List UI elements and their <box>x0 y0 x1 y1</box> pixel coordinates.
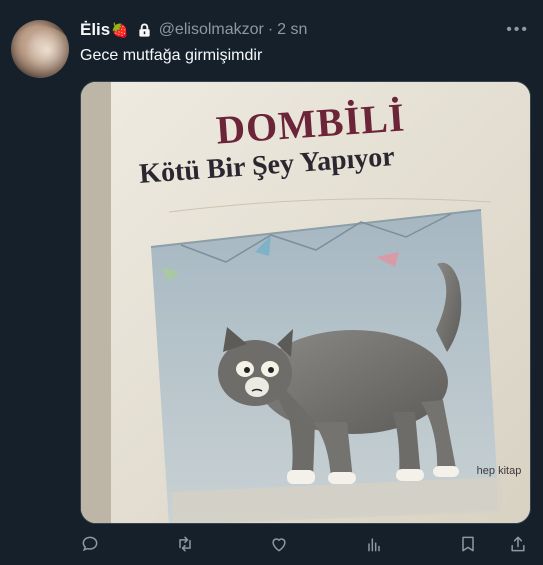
user-handle[interactable]: @elisolmakzor <box>159 21 264 39</box>
reply-icon[interactable] <box>80 534 102 556</box>
bookmark-icon[interactable] <box>458 534 480 556</box>
publisher-logo: hep kitap <box>477 465 522 477</box>
timestamp[interactable]: 2 sn <box>277 21 307 39</box>
views-icon[interactable] <box>364 534 386 556</box>
tweet-header: Ėlis 🍓 @elisolmakzor · 2 sn ••• <box>80 19 529 41</box>
tweet-actions <box>80 534 529 558</box>
avatar[interactable] <box>11 20 69 78</box>
strawberry-emoji: 🍓 <box>111 21 129 38</box>
lock-icon <box>139 23 150 37</box>
more-options-icon[interactable]: ••• <box>506 21 529 39</box>
display-name[interactable]: Ėlis <box>80 20 110 40</box>
tweet-media-image[interactable]: hep kitap DOMBİLİ Kötü Bir Şey Yapıyor <box>80 81 531 524</box>
retweet-icon[interactable] <box>175 534 197 556</box>
share-icon[interactable] <box>508 534 530 556</box>
tweet-text: Gece mutfağa girmişimdir <box>80 47 263 64</box>
like-icon[interactable] <box>269 534 291 556</box>
separator-dot: · <box>267 21 274 38</box>
